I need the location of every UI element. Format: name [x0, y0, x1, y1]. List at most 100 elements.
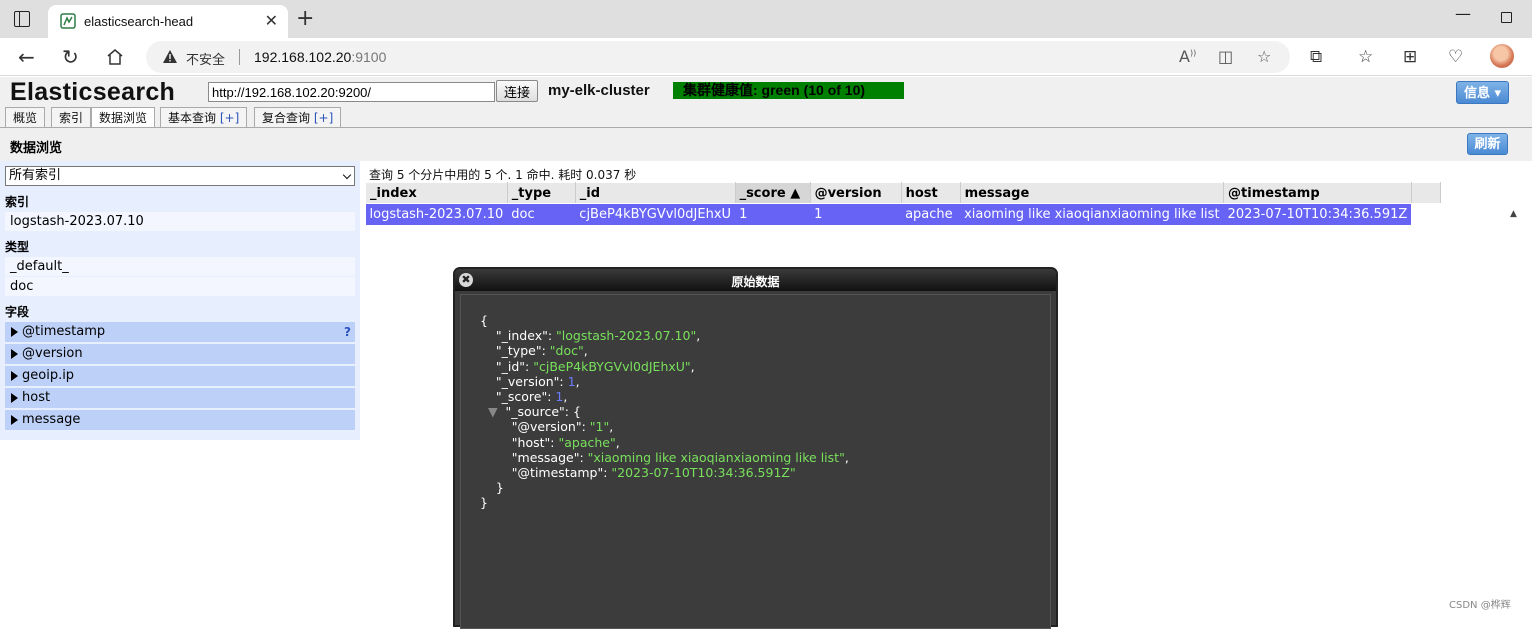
- expand-triangle-icon: [11, 349, 18, 359]
- tab-basic-query[interactable]: 基本查询 [+]: [160, 107, 248, 128]
- tab-add-link[interactable]: [+]: [220, 111, 239, 125]
- extensions-icon[interactable]: ⧉: [1310, 47, 1322, 67]
- json-string: "2023-07-10T10:34:36.591Z": [611, 465, 796, 481]
- scroll-up-arrow-icon[interactable]: ▲: [1510, 209, 1517, 219]
- column-header[interactable]: _type: [506, 182, 576, 204]
- expand-triangle-icon: [11, 327, 18, 337]
- json-value: apache: [564, 434, 610, 450]
- security-label[interactable]: 不安全: [186, 49, 225, 68]
- field-label: host: [22, 390, 51, 405]
- help-icon[interactable]: ?: [344, 322, 351, 342]
- cell: doc: [507, 203, 576, 225]
- browser-tab-bar: elasticsearch-head ✕ + —: [0, 0, 1532, 38]
- minimize-icon[interactable]: —: [1455, 4, 1471, 23]
- omnibox[interactable]: 不安全 192.168.102.20:9100 A)) ◫ ☆: [146, 41, 1290, 73]
- sidebar-field[interactable]: host: [5, 388, 355, 408]
- url-host: 192.168.102.20: [254, 49, 352, 65]
- sidebar-field[interactable]: message: [5, 410, 355, 430]
- sidebar-item-type[interactable]: _default_: [5, 257, 355, 276]
- connect-button[interactable]: 连接: [496, 80, 538, 102]
- tab-add-link[interactable]: [+]: [314, 111, 333, 125]
- json-string: "1": [589, 419, 610, 435]
- column-header[interactable]: host: [900, 182, 961, 204]
- new-tab-icon[interactable]: +: [296, 6, 314, 31]
- sidebar-field[interactable]: @timestamp?: [5, 322, 355, 342]
- column-header[interactable]: _id: [574, 182, 736, 204]
- column-header[interactable]: message: [959, 182, 1225, 204]
- section-bar: 数据浏览 刷新: [0, 128, 1532, 161]
- cell: logstash-2023.07.10: [365, 203, 508, 225]
- sidebar-item-index[interactable]: logstash-2023.07.10: [5, 212, 355, 231]
- index-select[interactable]: 所有索引: [5, 166, 355, 186]
- tab-overview[interactable]: 概览: [5, 107, 46, 128]
- split-screen-icon[interactable]: ◫: [1218, 47, 1233, 66]
- field-heading: 字段: [5, 305, 30, 319]
- field-label: @version: [22, 346, 83, 361]
- json-string: "xiaoming like xiaoqianxiaoming like lis…: [587, 449, 845, 465]
- fold-toggle-icon[interactable]: ▼: [488, 404, 498, 419]
- address-bar: ← ↻ 不安全 192.168.102.20:9100 A)) ◫ ☆ ⧉ ☆ …: [0, 38, 1532, 76]
- cell: 1: [810, 203, 902, 225]
- cell: xiaoming like xiaoqianxiaoming like list: [960, 203, 1224, 225]
- url-port: :9100: [351, 49, 387, 65]
- cell: apache: [901, 203, 961, 225]
- tab-title: elasticsearch-head: [84, 14, 194, 29]
- column-header-sorted[interactable]: _score ▲: [734, 182, 811, 204]
- dialog-titlebar[interactable]: ✖ 原始数据: [455, 269, 1056, 291]
- expand-triangle-icon: [11, 415, 18, 425]
- favorite-star-icon[interactable]: ☆: [1257, 47, 1271, 66]
- tab-label: 索引: [59, 111, 84, 125]
- cell: cjBeP4kBYGVvl0dJEhxU: [575, 203, 736, 225]
- warning-icon: [163, 50, 177, 63]
- sidebar-field[interactable]: geoip.ip: [5, 366, 355, 386]
- json-value: logstash-2023.07.10: [561, 328, 691, 344]
- tab-indices[interactable]: 索引: [51, 107, 92, 128]
- home-icon[interactable]: [106, 48, 124, 66]
- omnibox-divider: [239, 49, 240, 65]
- url-text[interactable]: 192.168.102.20:9100: [254, 49, 386, 65]
- cell: 1: [735, 203, 811, 225]
- field-label: message: [22, 412, 81, 427]
- dialog-body: { "_index": "logstash-2023.07.10", "_typ…: [460, 294, 1051, 629]
- tab-label: 概览: [13, 111, 38, 125]
- cluster-name: my-elk-cluster: [548, 82, 650, 99]
- json-number: 1: [567, 373, 576, 389]
- tab-browser[interactable]: 数据浏览: [91, 107, 156, 129]
- back-icon[interactable]: ←: [18, 45, 35, 69]
- column-header-spacer: [1410, 182, 1441, 204]
- tab-compound-query[interactable]: 复合查询 [+]: [254, 107, 342, 128]
- close-tab-icon[interactable]: ✕: [265, 11, 278, 30]
- collections-icon[interactable]: ⊞: [1403, 47, 1417, 67]
- index-heading: 索引: [5, 195, 30, 209]
- section-title: 数据浏览: [10, 141, 63, 156]
- json-value: xiaoming like xiaoqianxiaoming like list: [593, 449, 840, 465]
- column-header[interactable]: @version: [809, 182, 902, 204]
- column-header[interactable]: @timestamp: [1223, 182, 1412, 204]
- expand-triangle-icon: [11, 393, 18, 403]
- column-header[interactable]: _index: [365, 182, 508, 204]
- sidebar-item-type[interactable]: doc: [5, 277, 355, 296]
- reload-icon[interactable]: ↻: [62, 45, 79, 69]
- results-table: _index _type _id _score ▲ @version host …: [365, 182, 1441, 225]
- tab-label: 数据浏览: [99, 111, 148, 125]
- watermark: CSDN @桦辉: [1449, 600, 1511, 611]
- sidebar-field[interactable]: @version: [5, 344, 355, 364]
- table-row[interactable]: logstash-2023.07.10 doc cjBeP4kBYGVvl0dJ…: [365, 203, 1441, 225]
- browser-tab[interactable]: elasticsearch-head ✕: [48, 5, 288, 38]
- tab-favicon-icon: [60, 13, 76, 29]
- cell-spacer: [1411, 203, 1441, 225]
- profile-avatar[interactable]: [1490, 44, 1514, 68]
- cell: 2023-07-10T10:34:36.591Z: [1223, 203, 1412, 225]
- window-icon[interactable]: [14, 11, 30, 27]
- tab-label: 基本查询: [168, 111, 217, 125]
- refresh-button[interactable]: 刷新: [1467, 133, 1508, 155]
- json-string: "apache": [558, 434, 616, 450]
- json-value: 2023-07-10T10:34:36.591Z: [617, 465, 790, 481]
- connect-url-input[interactable]: [208, 82, 495, 102]
- info-button[interactable]: 信息 ▾: [1456, 81, 1509, 104]
- maximize-icon[interactable]: [1501, 12, 1512, 23]
- json-string: "logstash-2023.07.10": [556, 328, 697, 344]
- read-aloud-icon[interactable]: A)): [1179, 47, 1196, 66]
- favorites-icon[interactable]: ☆: [1358, 47, 1373, 67]
- health-icon[interactable]: ♡: [1448, 47, 1463, 67]
